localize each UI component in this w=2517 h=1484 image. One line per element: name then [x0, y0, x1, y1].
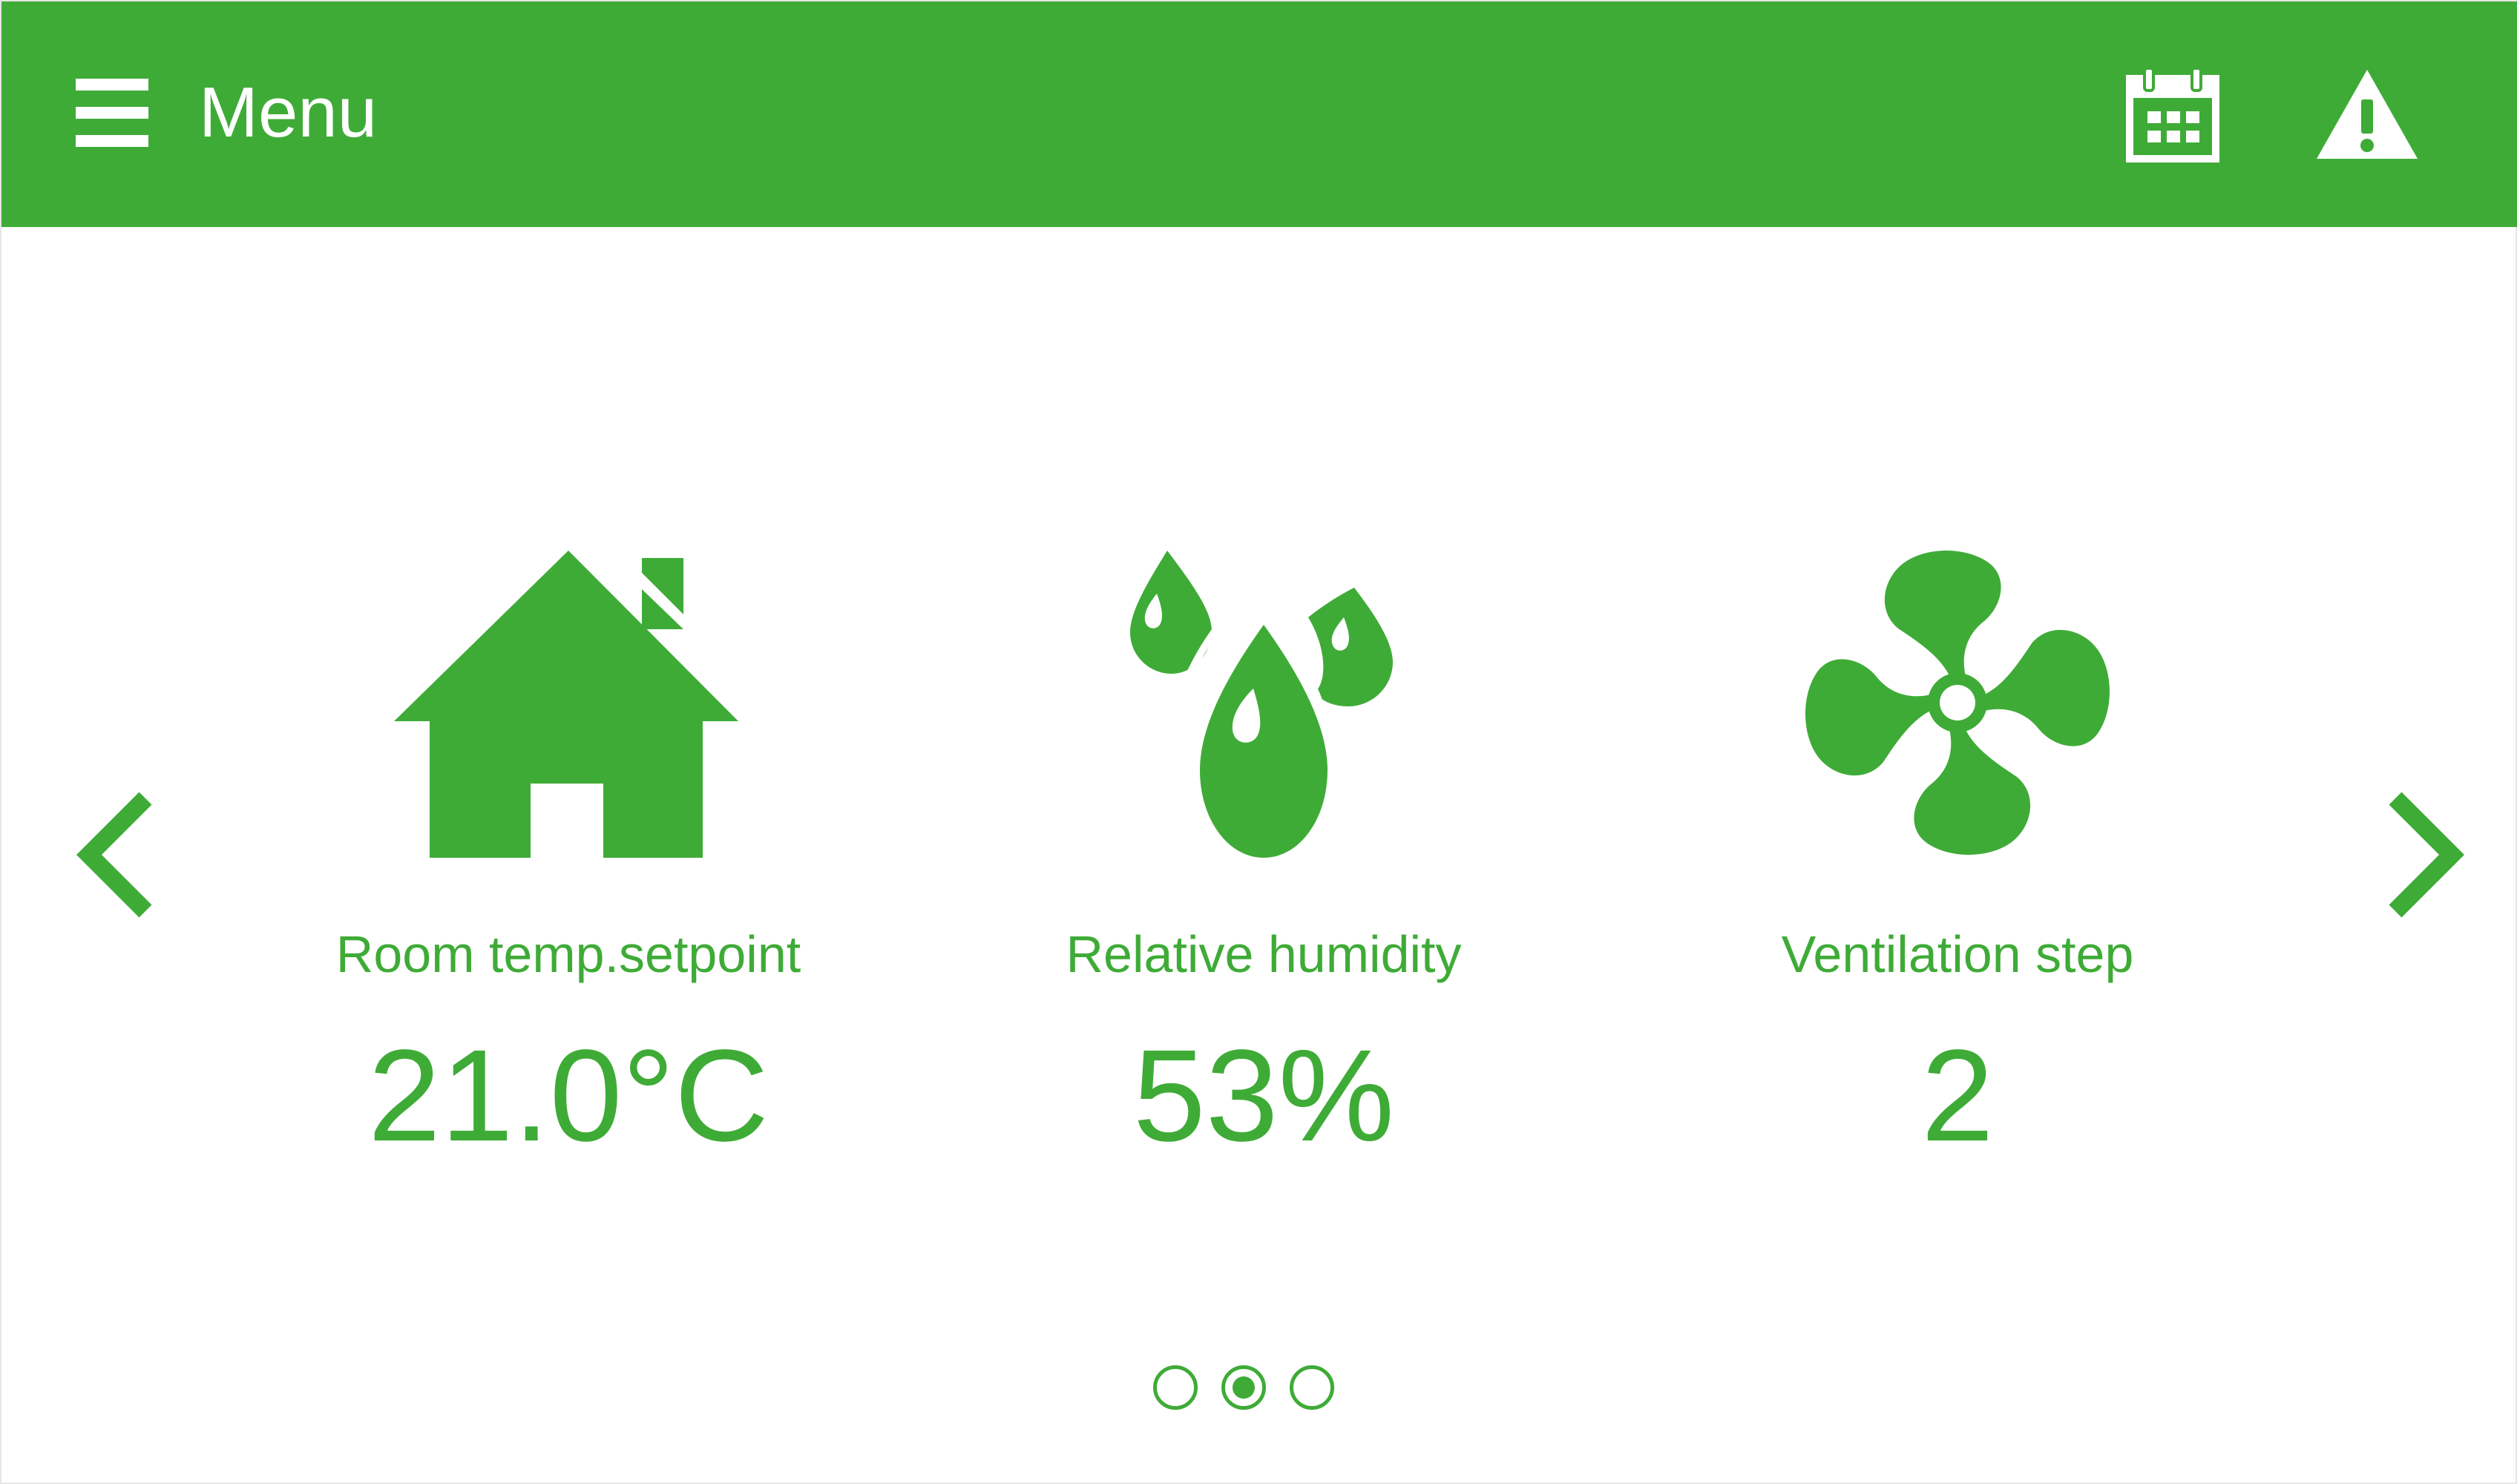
page-dot-active[interactable] — [1221, 1365, 1266, 1410]
tile-value: 21.0°C — [367, 1023, 769, 1169]
tile-value: 2 — [1921, 1023, 1994, 1169]
menu-label: Menu — [199, 73, 378, 152]
tile-ventilation-step[interactable]: Ventilation step 2 — [1676, 543, 2239, 1169]
calendar-icon[interactable] — [2124, 65, 2222, 163]
tile-value: 53% — [1132, 1023, 1395, 1169]
tile-room-temp-setpoint[interactable]: Room temp.setpoint 21.0°C — [286, 543, 850, 1169]
tile-label: Relative humidity — [1066, 925, 1462, 983]
chevron-right-icon[interactable] — [2383, 788, 2472, 922]
tile-relative-humidity[interactable]: Relative humidity 53% — [982, 543, 1546, 1169]
page-dot[interactable] — [1290, 1365, 1334, 1410]
top-bar: Menu — [1, 1, 2517, 227]
tile-label: Room temp.setpoint — [335, 925, 801, 983]
warning-icon[interactable] — [2314, 65, 2421, 163]
page-dot[interactable] — [1153, 1365, 1198, 1410]
chevron-left-icon[interactable] — [68, 788, 157, 922]
house-icon — [394, 551, 738, 858]
dashboard-screen: Menu Room temp.setpoint 21.0°C Relative … — [0, 0, 2517, 1484]
page-indicator — [1153, 1365, 1334, 1410]
fan-icon — [1805, 551, 2110, 855]
water-drops-icon — [1130, 551, 1393, 858]
tile-label: Ventilation step — [1781, 925, 2134, 983]
hamburger-icon — [76, 79, 148, 147]
menu-button[interactable]: Menu — [73, 68, 399, 157]
